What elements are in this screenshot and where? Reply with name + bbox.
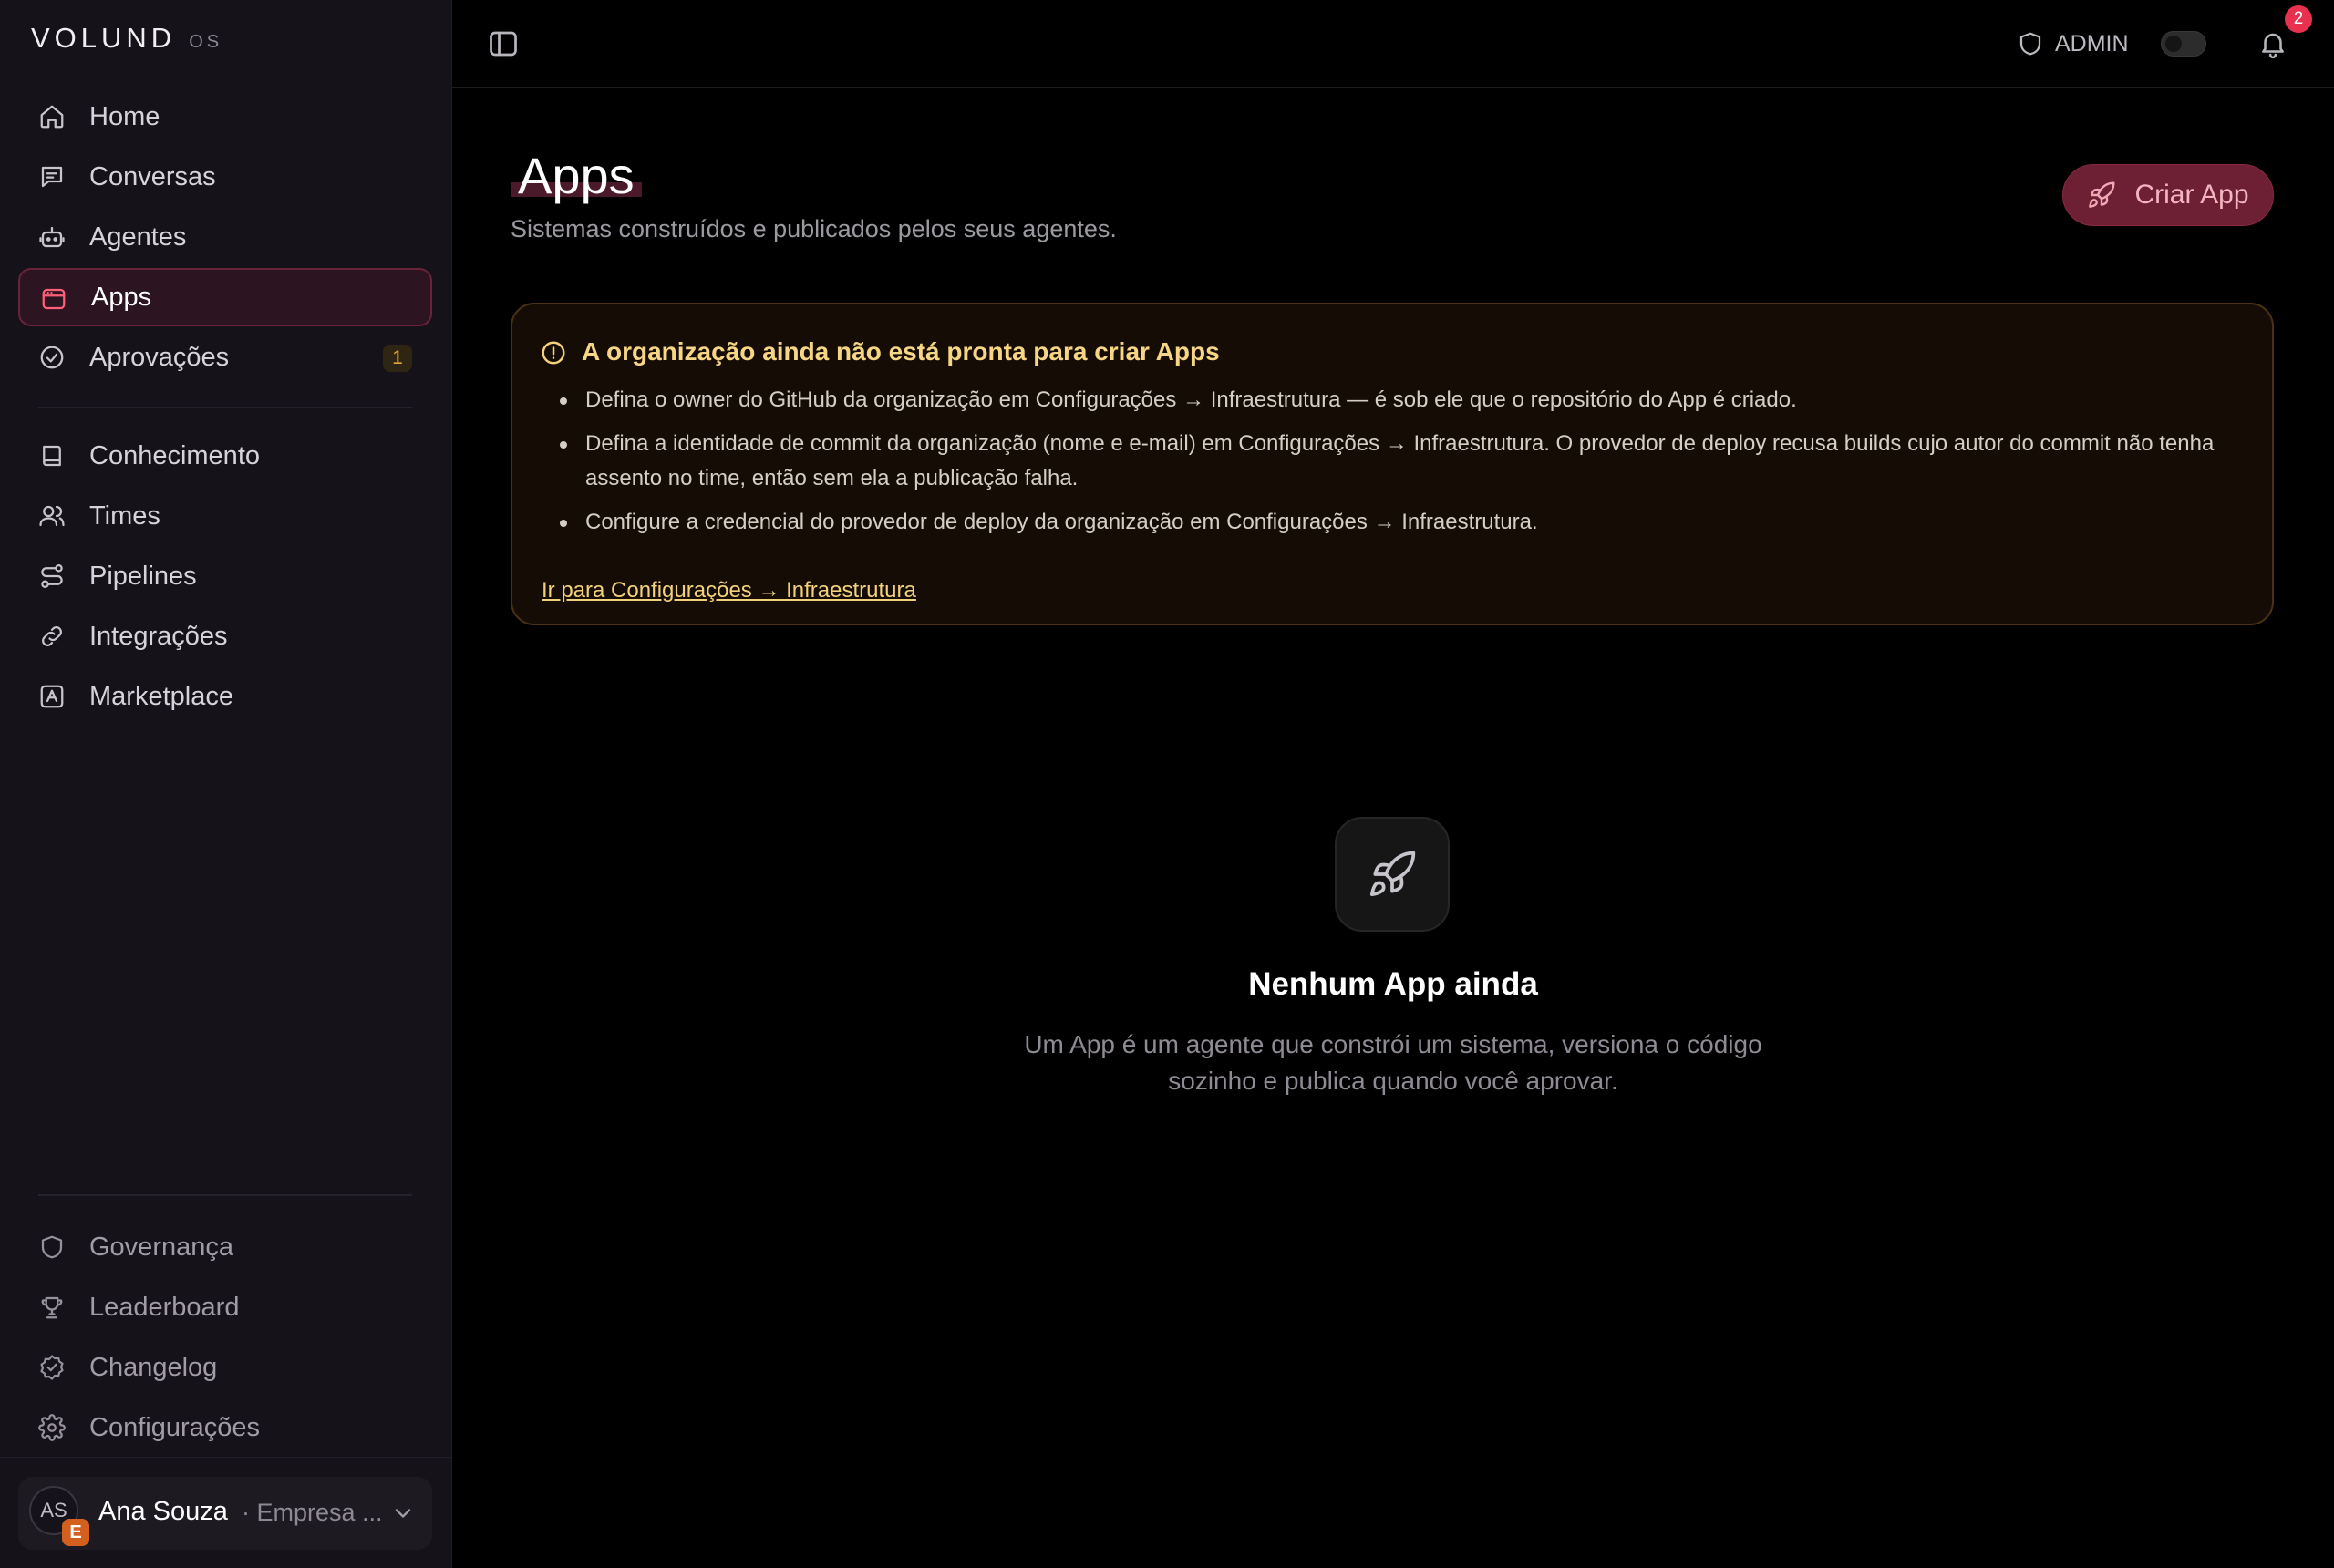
- sidebar-divider: [38, 407, 412, 408]
- brand-logo[interactable]: VOLUND OS: [31, 22, 222, 55]
- gear-icon: [38, 1414, 66, 1441]
- home-icon: [38, 103, 66, 130]
- sidebar-item-label: Aprovações: [89, 342, 230, 372]
- sidebar-item-pipelines[interactable]: Pipelines: [18, 547, 432, 605]
- sidebar-item-label: Times: [89, 500, 160, 531]
- sidebar-item-integracoes[interactable]: Integrações: [18, 607, 432, 665]
- create-app-button[interactable]: Criar App: [2062, 164, 2274, 226]
- sidebar: VOLUND OS Home Conversas Agentes Apps Ap…: [0, 0, 452, 1568]
- sidebar-item-conversas[interactable]: Conversas: [18, 148, 432, 206]
- link-icon: [38, 623, 66, 650]
- topbar: ADMIN 2: [452, 0, 2334, 88]
- main-content: Apps Sistemas construídos e publicados p…: [452, 88, 2334, 1568]
- user-menu[interactable]: AS E Ana Souza · Empresa ...: [18, 1477, 432, 1550]
- warning-title: A organização ainda não está pronta para…: [582, 337, 1220, 366]
- chat-icon: [38, 163, 66, 191]
- sidebar-item-leaderboard[interactable]: Leaderboard: [18, 1278, 432, 1336]
- sidebar-item-label: Leaderboard: [89, 1292, 240, 1322]
- sidebar-item-configuracoes[interactable]: Configurações: [18, 1398, 432, 1457]
- bot-icon: [38, 223, 66, 251]
- role-label: ADMIN: [2055, 30, 2129, 57]
- sidebar-item-governanca[interactable]: Governança: [18, 1218, 432, 1276]
- toggle-knob: [2165, 36, 2182, 52]
- user-org: · Empresa ...: [242, 1499, 383, 1526]
- book-icon: [38, 442, 66, 469]
- settings-infrastructure-link[interactable]: Ir para Configurações → Infraestrutura: [542, 578, 916, 603]
- users-icon: [38, 502, 66, 530]
- list-item: Configure a credencial do provedor de de…: [560, 505, 2226, 540]
- sidebar-item-label: Governança: [89, 1232, 233, 1262]
- sidebar-item-label: Integrações: [89, 621, 228, 651]
- admin-role: ADMIN: [2017, 27, 2129, 60]
- badge-check-icon: [38, 1354, 66, 1381]
- alert-circle-icon: [540, 339, 567, 366]
- sidebar-item-agentes[interactable]: Agentes: [18, 208, 432, 266]
- store-icon: [38, 683, 66, 710]
- rocket-icon: [1369, 851, 1416, 897]
- sidebar-item-home[interactable]: Home: [18, 88, 432, 146]
- sidebar-item-label: Agentes: [89, 222, 187, 252]
- sidebar-item-label: Configurações: [89, 1412, 260, 1442]
- page-title: Apps: [518, 147, 635, 204]
- chevron-down-icon: [390, 1501, 416, 1526]
- page-subtitle: Sistemas construídos e publicados pelos …: [511, 215, 1117, 242]
- sidebar-item-conhecimento[interactable]: Conhecimento: [18, 427, 432, 485]
- empty-state-title: Nenhum App ainda: [1248, 966, 1538, 1002]
- sidebar-item-changelog[interactable]: Changelog: [18, 1338, 432, 1397]
- list-item: Defina o owner do GitHub da organização …: [560, 383, 2226, 418]
- route-icon: [38, 562, 66, 590]
- org-badge: E: [62, 1519, 89, 1546]
- approvals-count-badge: 1: [383, 345, 412, 372]
- sidebar-item-label: Marketplace: [89, 681, 233, 711]
- trophy-icon: [38, 1294, 66, 1321]
- brand-suffix: OS: [189, 32, 223, 52]
- shield-icon: [2017, 30, 2044, 57]
- notification-count-badge: 2: [2285, 5, 2312, 33]
- check-circle-icon: [38, 344, 66, 371]
- sidebar-item-aprovacoes[interactable]: Aprovações 1: [18, 328, 432, 387]
- sidebar-item-label: Pipelines: [89, 561, 197, 591]
- sidebar-item-times[interactable]: Times: [18, 487, 432, 545]
- sidebar-toggle-icon[interactable]: [487, 27, 520, 60]
- empty-state-text: Um App é um agente que constrói um siste…: [1024, 1030, 1762, 1095]
- bell-icon[interactable]: [2257, 27, 2288, 60]
- brand-name: VOLUND: [31, 22, 177, 54]
- rocket-icon: [2087, 181, 2116, 210]
- sidebar-item-label: Conhecimento: [89, 440, 260, 470]
- empty-state-icon-box: [1335, 817, 1450, 932]
- sidebar-divider: [0, 1457, 452, 1458]
- setup-warning-alert: A organização ainda não está pronta para…: [511, 303, 2274, 625]
- sidebar-item-label: Conversas: [89, 161, 216, 191]
- list-item: Defina a identidade de commit da organiz…: [560, 427, 2226, 496]
- create-app-label: Criar App: [2134, 180, 2249, 210]
- user-name: Ana Souza: [98, 1497, 228, 1526]
- warning-list: Defina o owner do GitHub da organização …: [560, 383, 2226, 549]
- sidebar-item-apps[interactable]: Apps: [18, 268, 432, 326]
- sidebar-divider: [38, 1194, 412, 1196]
- app-window-icon: [40, 285, 67, 313]
- shield-icon: [38, 1233, 66, 1261]
- sidebar-item-label: Changelog: [89, 1352, 218, 1382]
- sidebar-item-label: Apps: [91, 282, 152, 312]
- admin-mode-toggle[interactable]: [2161, 31, 2206, 57]
- sidebar-item-label: Home: [89, 101, 160, 131]
- sidebar-item-marketplace[interactable]: Marketplace: [18, 667, 432, 726]
